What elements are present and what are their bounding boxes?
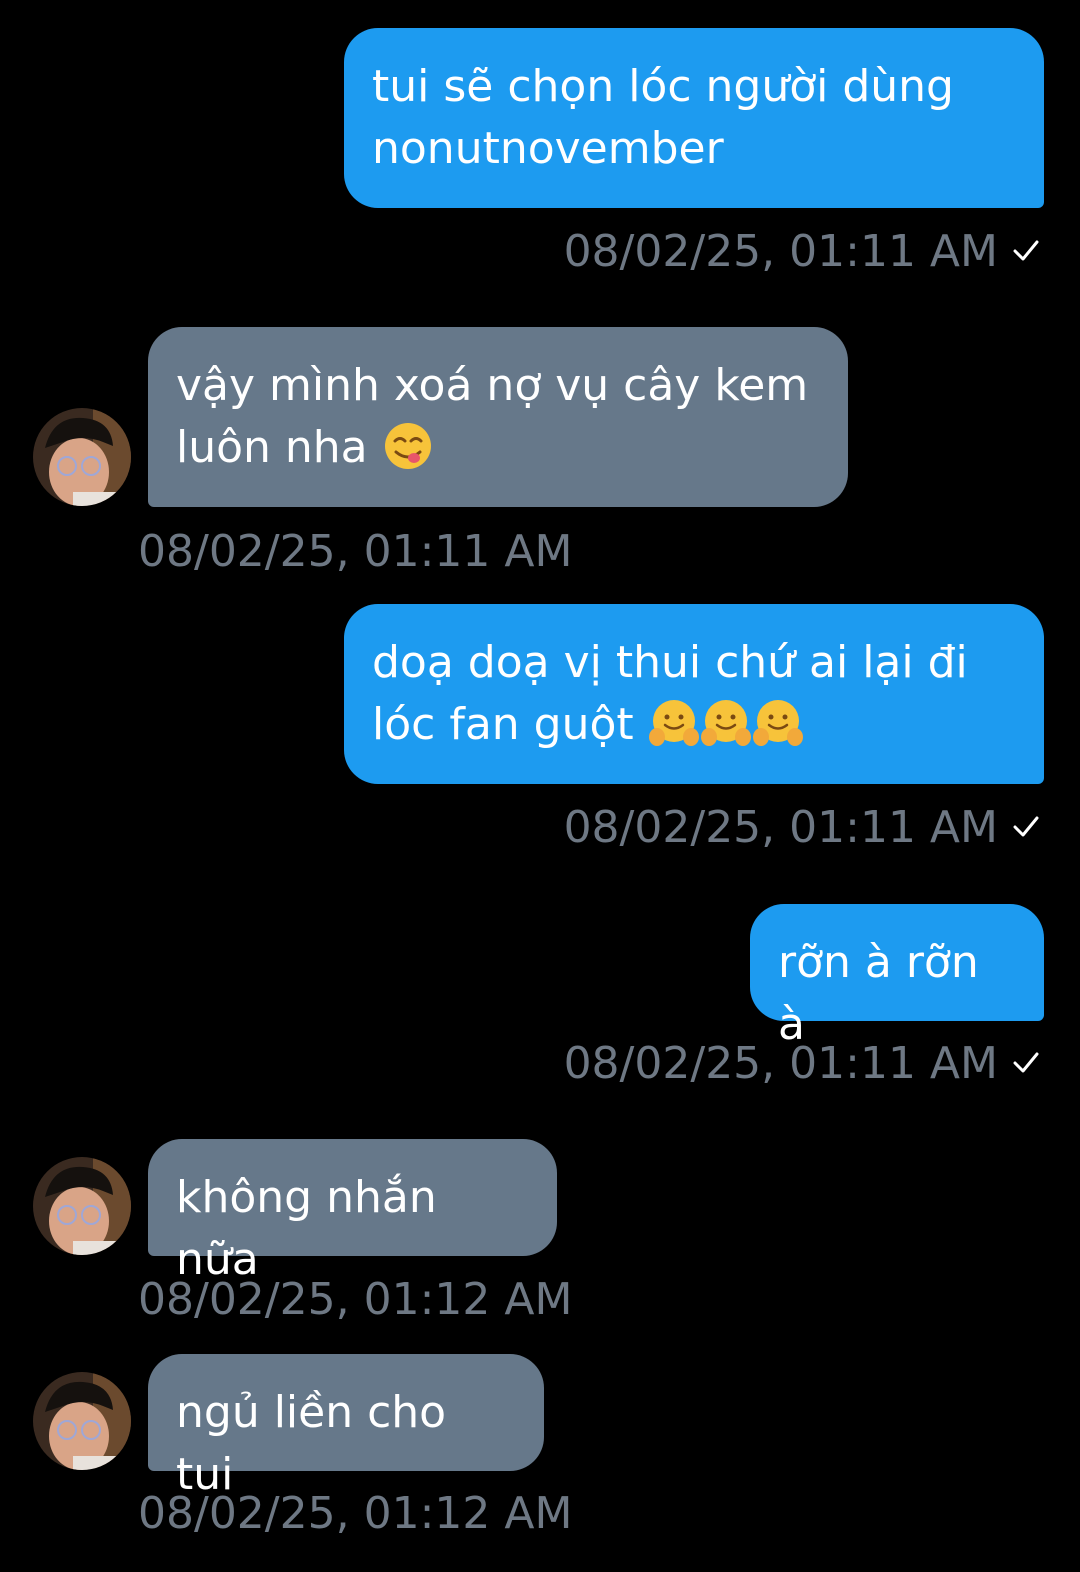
timestamp-text: 08/02/25, 01:11 AM [563,802,998,853]
message-bubble-incoming[interactable]: ngủ liền cho tui [148,1354,544,1500]
contact-avatar[interactable] [33,1372,131,1470]
contact-avatar[interactable] [33,408,131,506]
message-text: ngủ liền cho tui [176,1387,447,1500]
hugging-emoji-icon [700,700,751,746]
timestamp-text: 08/02/25, 01:11 AM [563,226,998,277]
yum-emoji-icon [384,423,431,469]
checkmark-icon [1013,1052,1039,1073]
checkmark-icon [1013,816,1039,837]
avatar-image [33,408,131,506]
hugging-emoji-icon [648,700,699,746]
timestamp-text: 08/02/25, 01:11 AM [138,526,573,577]
message-text: rỡn à rỡn à [778,937,979,1050]
chat-thread: tui sẽ chọn lóc người dùng nonutnovember… [0,0,1080,1572]
message-timestamp: 08/02/25, 01:11 AM [138,526,572,578]
message-bubble-incoming[interactable]: vậy mình xoá nợ vụ cây kem luôn nha [148,327,848,507]
message-timestamp: 08/02/25, 01:11 AM [564,802,1040,854]
message-timestamp: 08/02/25, 01:11 AM [564,1038,1040,1090]
avatar-image [33,1157,131,1255]
checkmark-icon [1013,240,1039,261]
message-text: không nhắn nữa [176,1172,437,1285]
message-bubble-incoming[interactable]: không nhắn nữa [148,1139,557,1285]
avatar-image [33,1372,131,1470]
message-timestamp: 08/02/25, 01:11 AM [564,226,1040,278]
timestamp-text: 08/02/25, 01:11 AM [563,1038,998,1089]
message-text: tui sẽ chọn lóc người dùng nonutnovember [372,61,954,174]
timestamp-text: 08/02/25, 01:12 AM [138,1488,573,1539]
message-bubble-outgoing[interactable]: doạ doạ vị thui chứ ai lại đi lóc fan gu… [344,604,1044,784]
message-bubble-outgoing[interactable]: rỡn à rỡn à [750,904,1044,1050]
message-bubble-outgoing[interactable]: tui sẽ chọn lóc người dùng nonutnovember [344,28,1044,208]
timestamp-text: 08/02/25, 01:12 AM [138,1274,573,1325]
contact-avatar[interactable] [33,1157,131,1255]
message-timestamp: 08/02/25, 01:12 AM [138,1488,572,1540]
message-timestamp: 08/02/25, 01:12 AM [138,1274,572,1326]
message-text: vậy mình xoá nợ vụ cây kem luôn nha [176,360,809,473]
hugging-emoji-icon [752,700,803,746]
